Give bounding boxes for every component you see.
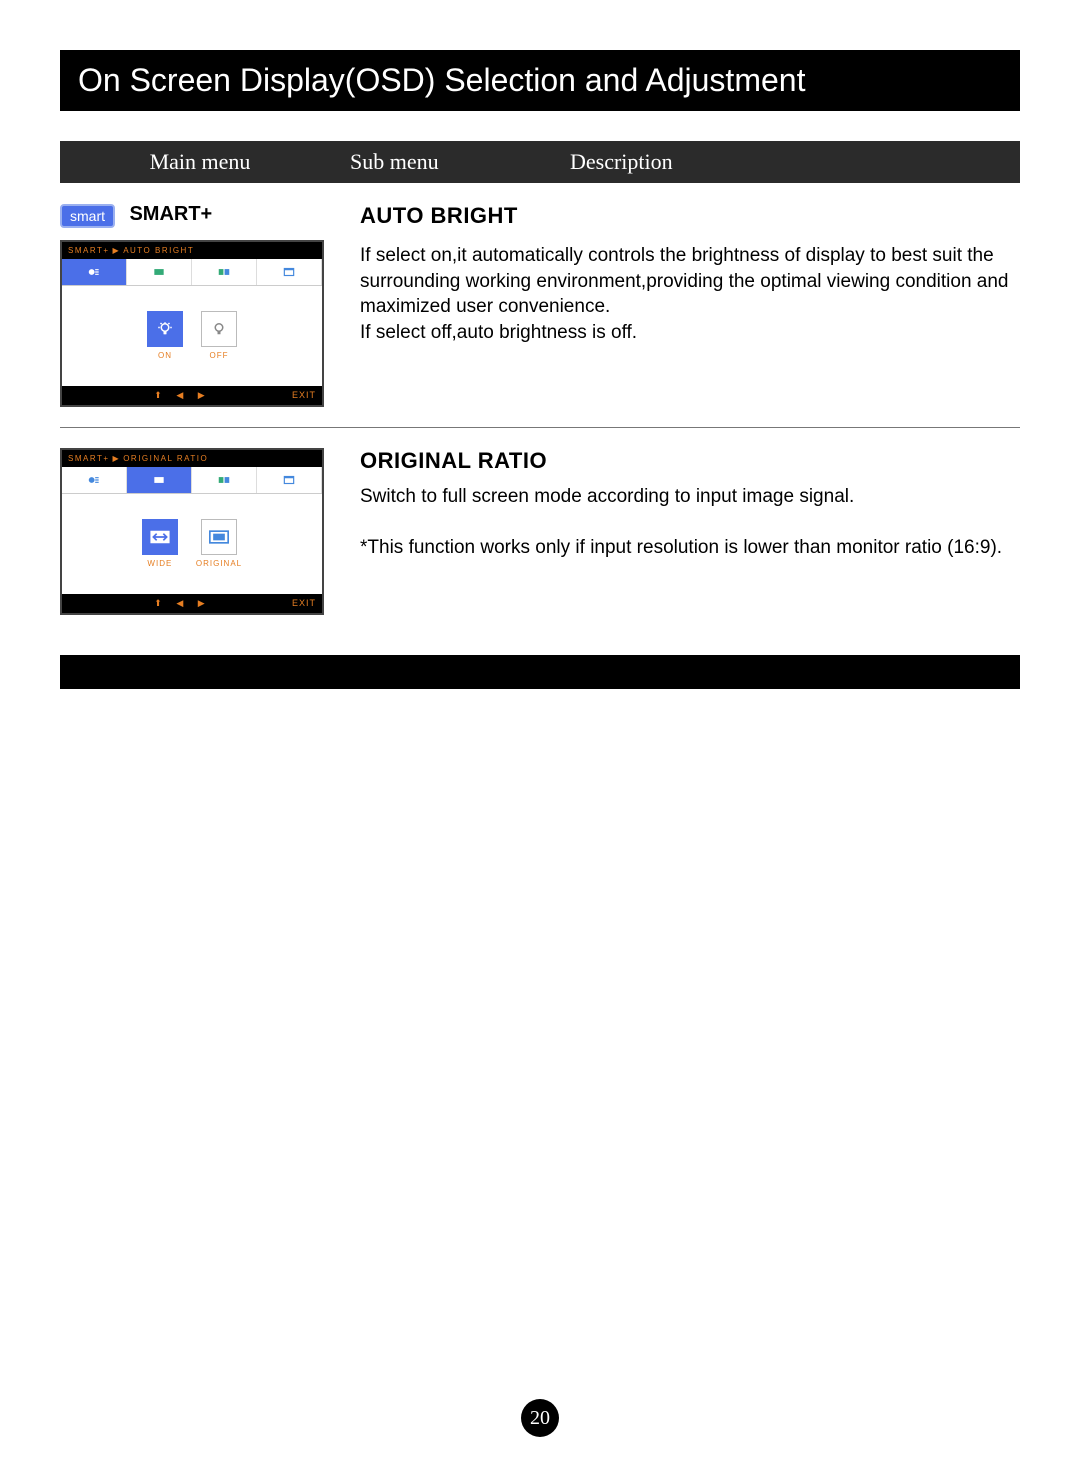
divider-band — [60, 655, 1020, 689]
tab-ratio-icon — [127, 259, 192, 285]
main-menu-label: SMART+ — [129, 203, 212, 225]
section-auto-bright: smart SMART+ SMART+▶AUTO BRIGHT — [60, 183, 1020, 407]
header-desc: Description — [560, 145, 1020, 179]
main-menu-cell: smart SMART+ — [60, 203, 350, 228]
tab-web-icon — [257, 259, 322, 285]
osd-footer: ⬆ ◀ ▶ EXIT — [62, 594, 322, 613]
crumb-part: ORIGINAL RATIO — [123, 454, 208, 463]
crumb-part: AUTO BRIGHT — [123, 246, 194, 255]
header-sub: Sub menu — [340, 145, 560, 179]
osd-exit-label: EXIT — [292, 598, 316, 608]
osd-option-label: ON — [147, 351, 183, 360]
osd-option-off: OFF — [201, 311, 237, 360]
osd-breadcrumb: SMART+▶AUTO BRIGHT — [62, 242, 322, 259]
osd-screenshot-original-ratio: SMART+▶ORIGINAL RATIO WIDE — [60, 448, 324, 615]
osd-nav-icons: ⬆ ◀ ▶ — [68, 390, 292, 401]
osd-exit-label: EXIT — [292, 390, 316, 400]
desc-text: If select off,auto brightness is off. — [360, 320, 1020, 346]
desc-text: *This function works only if input resol… — [360, 535, 1020, 561]
tab-auto-bright-icon — [62, 259, 127, 285]
crumb-part: SMART+ — [68, 246, 110, 255]
tab-dual-icon — [192, 467, 257, 493]
osd-breadcrumb: SMART+▶ORIGINAL RATIO — [62, 450, 322, 467]
osd-tabs — [62, 259, 322, 286]
osd-option-wide: WIDE — [142, 519, 178, 568]
submenu-title-original-ratio: ORIGINAL RATIO — [360, 448, 1020, 474]
header-main: Main menu — [60, 145, 340, 179]
osd-footer: ⬆ ◀ ▶ EXIT — [62, 386, 322, 405]
osd-tabs — [62, 467, 322, 494]
desc-text: Switch to full screen mode according to … — [360, 484, 1020, 510]
osd-option-on: ON — [147, 311, 183, 360]
tab-ratio-icon — [127, 467, 192, 493]
column-headers: Main menu Sub menu Description — [60, 141, 1020, 183]
page-number: 20 — [521, 1399, 559, 1437]
osd-nav-icons: ⬆ ◀ ▶ — [68, 598, 292, 609]
osd-screenshot-auto-bright: SMART+▶AUTO BRIGHT ON — [60, 240, 324, 407]
tab-auto-bright-icon — [62, 467, 127, 493]
desc-text: If select on,it automatically controls t… — [360, 243, 1020, 320]
tab-web-icon — [257, 467, 322, 493]
page-title: On Screen Display(OSD) Selection and Adj… — [60, 50, 1020, 111]
osd-option-label: OFF — [201, 351, 237, 360]
smart-badge-icon: smart — [60, 204, 115, 228]
tab-dual-icon — [192, 259, 257, 285]
osd-option-label: WIDE — [142, 559, 178, 568]
section-original-ratio: SMART+▶ORIGINAL RATIO WIDE — [60, 427, 1020, 615]
osd-option-label: ORIGINAL — [196, 559, 242, 568]
crumb-part: SMART+ — [68, 454, 110, 463]
submenu-title-auto-bright: AUTO BRIGHT — [360, 203, 1020, 229]
osd-option-original: ORIGINAL — [196, 519, 242, 568]
